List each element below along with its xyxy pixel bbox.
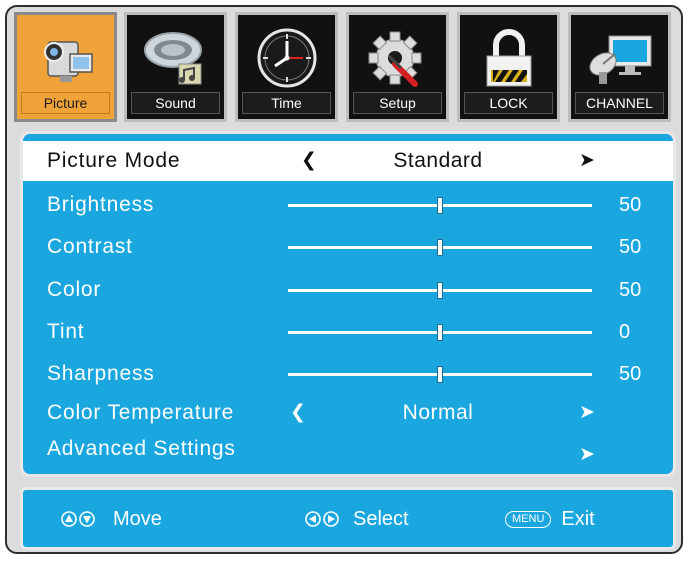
tint-label: Tint [47, 320, 85, 343]
tab-time[interactable]: Time [235, 12, 338, 122]
slider-thumb[interactable] [437, 239, 443, 256]
sharpness-value: 50 [619, 363, 642, 385]
brightness-label: Brightness [47, 193, 155, 216]
brightness-slider[interactable] [288, 197, 592, 214]
tab-lock[interactable]: LOCK [457, 12, 560, 122]
brightness-value: 50 [619, 194, 642, 216]
contrast-row[interactable]: Contrast 50 [23, 227, 673, 267]
tab-label: Time [242, 92, 331, 114]
tab-channel[interactable]: CHANNEL [568, 12, 671, 122]
tab-label: Picture [21, 92, 110, 114]
tab-setup[interactable]: Setup [346, 12, 449, 122]
exit-hint: MENU Exit [505, 490, 595, 548]
satellite-tv-icon [585, 25, 655, 91]
padlock-icon [474, 25, 544, 91]
contrast-label: Contrast [47, 235, 133, 258]
sharpness-row[interactable]: Sharpness 50 [23, 354, 673, 394]
color-value: 50 [619, 279, 642, 301]
right-arrow-icon[interactable]: ➤ [579, 141, 595, 181]
color-temperature-value: Normal [402, 401, 474, 424]
slider-thumb[interactable] [437, 324, 443, 341]
slider-thumb[interactable] [437, 366, 443, 383]
key-hint-bar: Move Select MENU Exit [20, 487, 676, 550]
move-hint: Move [61, 490, 162, 548]
contrast-value: 50 [619, 236, 642, 258]
tab-label: CHANNEL [575, 92, 664, 114]
select-hint: Select [305, 490, 409, 548]
picture-settings-panel: Picture Mode ❮ Standard ➤ Brightness 50 … [20, 131, 676, 477]
slider-thumb[interactable] [437, 197, 443, 214]
left-right-keys-icon [305, 511, 341, 527]
speaker-icon [141, 25, 211, 91]
sharpness-slider[interactable] [288, 366, 592, 383]
sharpness-label: Sharpness [47, 362, 155, 385]
left-arrow-icon[interactable]: ❮ [290, 393, 306, 433]
right-arrow-icon[interactable]: ➤ [579, 435, 595, 474]
color-label: Color [47, 278, 102, 301]
tint-value: 0 [619, 321, 631, 343]
brightness-row[interactable]: Brightness 50 [23, 185, 673, 225]
exit-label: Exit [561, 508, 595, 530]
slider-thumb[interactable] [437, 282, 443, 299]
color-slider[interactable] [288, 282, 592, 299]
clock-icon [252, 25, 322, 91]
tint-slider[interactable] [288, 324, 592, 341]
tab-label: Setup [353, 92, 442, 114]
tab-label: Sound [131, 92, 220, 114]
select-label: Select [353, 508, 409, 530]
up-down-keys-icon [61, 511, 97, 527]
left-arrow-icon[interactable]: ❮ [301, 141, 317, 181]
tab-sound[interactable]: Sound [124, 12, 227, 122]
color-temperature-label: Color Temperature [47, 401, 235, 424]
tint-row[interactable]: Tint 0 [23, 312, 673, 352]
tab-picture[interactable]: Picture [14, 12, 117, 122]
right-arrow-icon[interactable]: ➤ [579, 393, 595, 433]
contrast-slider[interactable] [288, 239, 592, 256]
move-label: Move [113, 508, 162, 530]
color-row[interactable]: Color 50 [23, 270, 673, 310]
advanced-settings-label: Advanced Settings [47, 437, 236, 460]
menu-tab-bar: Picture Sound Time Setup LOCK CHANNEL [14, 12, 680, 125]
gear-wrench-icon [363, 25, 433, 91]
picture-mode-row[interactable]: Picture Mode ❮ Standard ➤ [23, 141, 673, 181]
tab-label: LOCK [464, 92, 553, 114]
camcorder-icon [31, 25, 101, 91]
menu-key-icon: MENU [505, 510, 552, 528]
picture-mode-label: Picture Mode [47, 149, 181, 172]
advanced-settings-row[interactable]: Advanced Settings ➤ [23, 429, 673, 469]
color-temperature-row[interactable]: Color Temperature ❮ Normal ➤ [23, 393, 673, 433]
picture-mode-value: Standard [393, 149, 483, 172]
